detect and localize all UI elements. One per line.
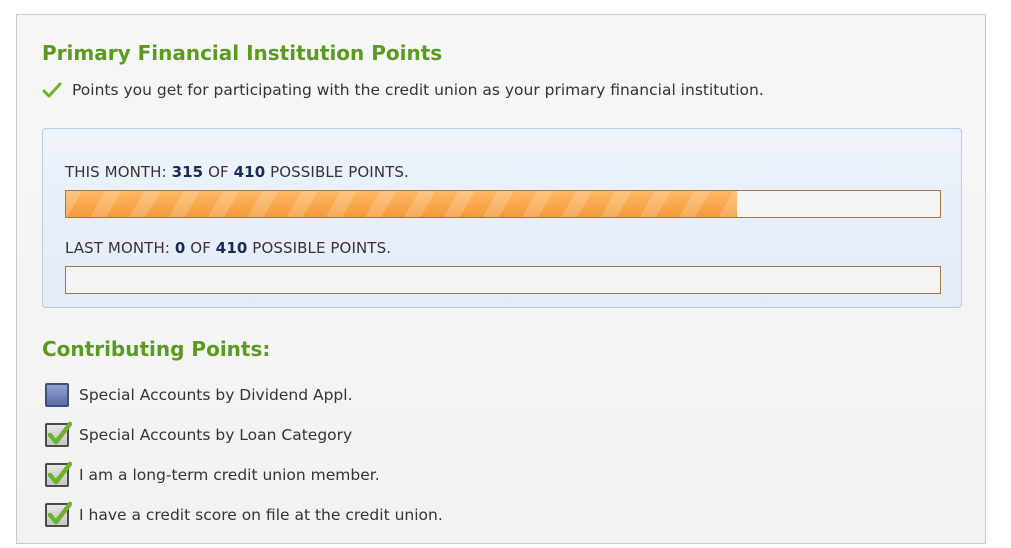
last-month-suffix: POSSIBLE POINTS. xyxy=(252,239,392,257)
this-month-of: OF xyxy=(208,163,229,181)
list-item: Special Accounts by Loan Category xyxy=(45,415,443,455)
this-month-label: THIS MONTH: 315 OF 410 POSSIBLE POINTS. xyxy=(65,163,409,181)
checkmark-icon xyxy=(42,82,62,98)
checkbox-dividend-appl[interactable] xyxy=(45,383,69,407)
list-item-label: Special Accounts by Loan Category xyxy=(79,426,353,444)
this-month-possible: 410 xyxy=(233,163,266,181)
contributing-list: Special Accounts by Dividend Appl. Speci… xyxy=(45,375,443,535)
last-month-prefix: LAST MONTH: xyxy=(65,239,170,257)
last-month-of: OF xyxy=(190,239,211,257)
last-month-value: 0 xyxy=(174,239,186,257)
checkbox-loan-category[interactable] xyxy=(45,421,72,447)
list-item-label: Special Accounts by Dividend Appl. xyxy=(79,386,353,404)
last-month-possible: 410 xyxy=(215,239,248,257)
last-month-label: LAST MONTH: 0 OF 410 POSSIBLE POINTS. xyxy=(65,239,391,257)
list-item-label: I am a long-term credit union member. xyxy=(79,466,380,484)
points-summary-panel: THIS MONTH: 315 OF 410 POSSIBLE POINTS. … xyxy=(42,128,962,308)
list-item: I am a long-term credit union member. xyxy=(45,455,443,495)
page-title: Primary Financial Institution Points xyxy=(42,41,443,65)
this-month-progress-bar xyxy=(65,190,941,218)
this-month-progress-fill xyxy=(66,191,738,217)
this-month-prefix: THIS MONTH: xyxy=(65,163,167,181)
checkbox-long-term-member[interactable] xyxy=(45,461,72,487)
list-item: Special Accounts by Dividend Appl. xyxy=(45,375,443,415)
subtitle-row: Points you get for participating with th… xyxy=(42,81,764,99)
this-month-suffix: POSSIBLE POINTS. xyxy=(270,163,409,181)
checkbox-credit-score[interactable] xyxy=(45,501,72,527)
contributing-title: Contributing Points: xyxy=(42,337,271,361)
list-item: I have a credit score on file at the cre… xyxy=(45,495,443,535)
points-card: Primary Financial Institution Points Poi… xyxy=(16,14,986,544)
subtitle-text: Points you get for participating with th… xyxy=(72,81,764,99)
this-month-value: 315 xyxy=(171,163,204,181)
list-item-label: I have a credit score on file at the cre… xyxy=(79,506,443,524)
last-month-progress-bar xyxy=(65,266,941,294)
